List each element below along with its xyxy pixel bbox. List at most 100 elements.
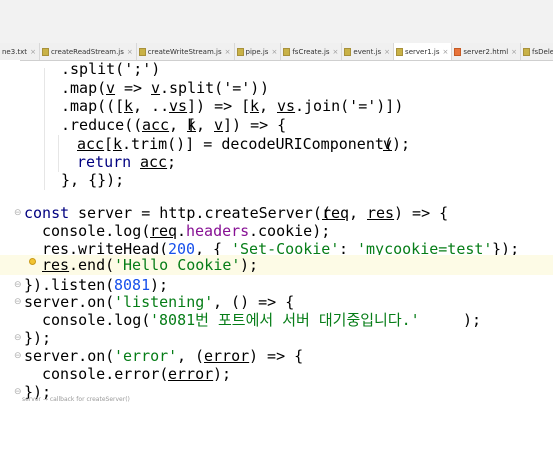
editor-tab[interactable]: createReadStream.js ×	[40, 43, 137, 60]
toolbar-area	[0, 0, 553, 44]
code-keyword: const	[24, 204, 70, 222]
code-text: .end(	[69, 256, 115, 274]
js-file-icon	[138, 47, 146, 56]
code-text: , (	[177, 347, 205, 365]
code-text: error	[204, 347, 250, 365]
code-line: const server = http.createServer(( req ,…	[0, 204, 553, 222]
code-text: .split('=')	[160, 79, 260, 97]
code-text: ) => {	[249, 347, 304, 365]
close-tab-icon[interactable]: ×	[511, 48, 517, 56]
editor-tab-label: fsDelete.js	[532, 47, 553, 56]
code-text: );	[392, 135, 411, 153]
close-tab-icon[interactable]: ×	[384, 48, 390, 56]
intention-lightbulb-icon[interactable]	[29, 258, 36, 265]
code-text: );	[213, 365, 232, 383]
code-text: v	[383, 135, 393, 153]
code-text: server = http.createServer((	[69, 204, 331, 222]
code-text: console.log(	[42, 311, 151, 329]
code-string: '8081번 포트에서 서버 대기중입니다.'	[150, 311, 420, 329]
editor-tab-label: pipe.js	[245, 47, 269, 56]
code-text: );	[150, 276, 169, 294]
code-text: ) => {	[394, 204, 449, 222]
js-file-icon	[41, 47, 49, 56]
code-text: k	[113, 135, 123, 153]
code-text: v	[106, 79, 116, 97]
editor-tab-label: createReadStream.js	[50, 47, 124, 56]
code-text: server.on(	[24, 347, 115, 365]
code-keyword: return	[77, 153, 141, 171]
close-tab-icon[interactable]: ×	[442, 48, 448, 56]
close-tab-icon[interactable]: ×	[225, 48, 231, 56]
editor-tab[interactable]: fsDelete.js×	[521, 43, 553, 60]
js-file-icon	[396, 47, 404, 56]
code-text: =>	[115, 79, 152, 97]
close-tab-icon[interactable]: ×	[127, 48, 133, 56]
code-text: acc	[142, 116, 170, 134]
code-text: .split(';')	[61, 60, 161, 78]
code-text: ;	[167, 153, 177, 171]
editor-tab-label: server1.js	[405, 47, 440, 56]
code-line: server.on( 'error' , ( error ) => {	[0, 347, 553, 365]
html-file-icon	[454, 47, 462, 56]
code-editor[interactable]: .split(';') .map( v => v .split('=') ) .…	[0, 60, 553, 404]
code-text: )	[260, 79, 270, 97]
breadcrumb-hint: server → callback for createServer()	[22, 396, 130, 403]
code-text: acc	[77, 135, 105, 153]
code-line: console.error( error );	[0, 365, 553, 383]
code-text: .trim()] = decodeURIComponent(	[122, 135, 393, 153]
editor-tab-label: ne3.txt	[2, 47, 28, 56]
code-text: acc	[140, 153, 168, 171]
code-line: }).listen( 8081 );	[0, 276, 553, 294]
code-line: .map(([ k , ... vs ]) => [ k , vs .join(…	[0, 97, 553, 115]
js-file-icon	[236, 47, 244, 56]
editor-tab-bar: ne3.txt × createReadStream.js × createWriteS…	[0, 43, 553, 61]
code-text: console.error(	[42, 365, 169, 383]
code-text: res	[367, 204, 395, 222]
code-property: headers	[186, 222, 250, 240]
code-text: );	[463, 311, 482, 329]
code-text: res	[42, 256, 70, 274]
code-line: });	[0, 329, 553, 347]
code-text: [	[104, 135, 114, 153]
code-line-current: res .end( 'Hello Cookie' );	[0, 255, 553, 275]
code-text: .cookie);	[249, 222, 331, 240]
code-text: k	[187, 116, 197, 134]
editor-tab[interactable]: ne3.txt ×	[0, 43, 40, 60]
code-line: server.on( 'listening' , () => {	[0, 293, 553, 311]
code-line: return acc ;	[0, 153, 553, 171]
code-text: req	[150, 222, 178, 240]
code-text: ,	[349, 204, 368, 222]
code-string: 'Hello Cookie'	[114, 256, 241, 274]
close-tab-icon[interactable]: ×	[30, 48, 36, 56]
code-text: }, {});	[61, 171, 125, 189]
close-tab-icon[interactable]: ×	[333, 48, 339, 56]
editor-tab-label: server2.html	[463, 47, 509, 56]
code-text: v	[214, 116, 224, 134]
editor-tab[interactable]: fsCreate.js ×	[281, 43, 343, 60]
code-line: }, {});	[0, 171, 553, 189]
editor-tab[interactable]: createWriteStream.js ×	[137, 43, 235, 60]
editor-tab[interactable]: server2.html ×	[452, 43, 522, 60]
editor-tab-label: fsCreate.js	[292, 47, 330, 56]
code-text: server.on(	[24, 293, 115, 311]
code-text: );	[240, 256, 259, 274]
editor-tab[interactable]: event.js ×	[342, 43, 395, 60]
code-text: });	[24, 329, 52, 347]
code-line: console.log( req . headers .cookie);	[0, 222, 553, 240]
editor-tab[interactable]: pipe.js ×	[235, 43, 282, 60]
editor-tab-label: event.js	[353, 47, 382, 56]
code-text: .map(	[61, 79, 107, 97]
code-text: .	[177, 222, 187, 240]
code-text: vs	[277, 97, 296, 115]
code-text: console.log(	[42, 222, 151, 240]
code-line: acc [ k .trim()] = decodeURIComponent( v…	[0, 135, 553, 153]
close-tab-icon[interactable]: ×	[271, 48, 277, 56]
code-text: .map(([	[61, 97, 125, 115]
js-file-icon	[523, 47, 531, 56]
code-text: .join('=')])	[295, 97, 404, 115]
code-text: , () => {	[213, 293, 295, 311]
editor-tab[interactable]: server1.js ×	[394, 43, 453, 60]
code-string: 'listening'	[114, 293, 214, 311]
code-text: ,	[259, 97, 278, 115]
code-text: req	[322, 204, 350, 222]
